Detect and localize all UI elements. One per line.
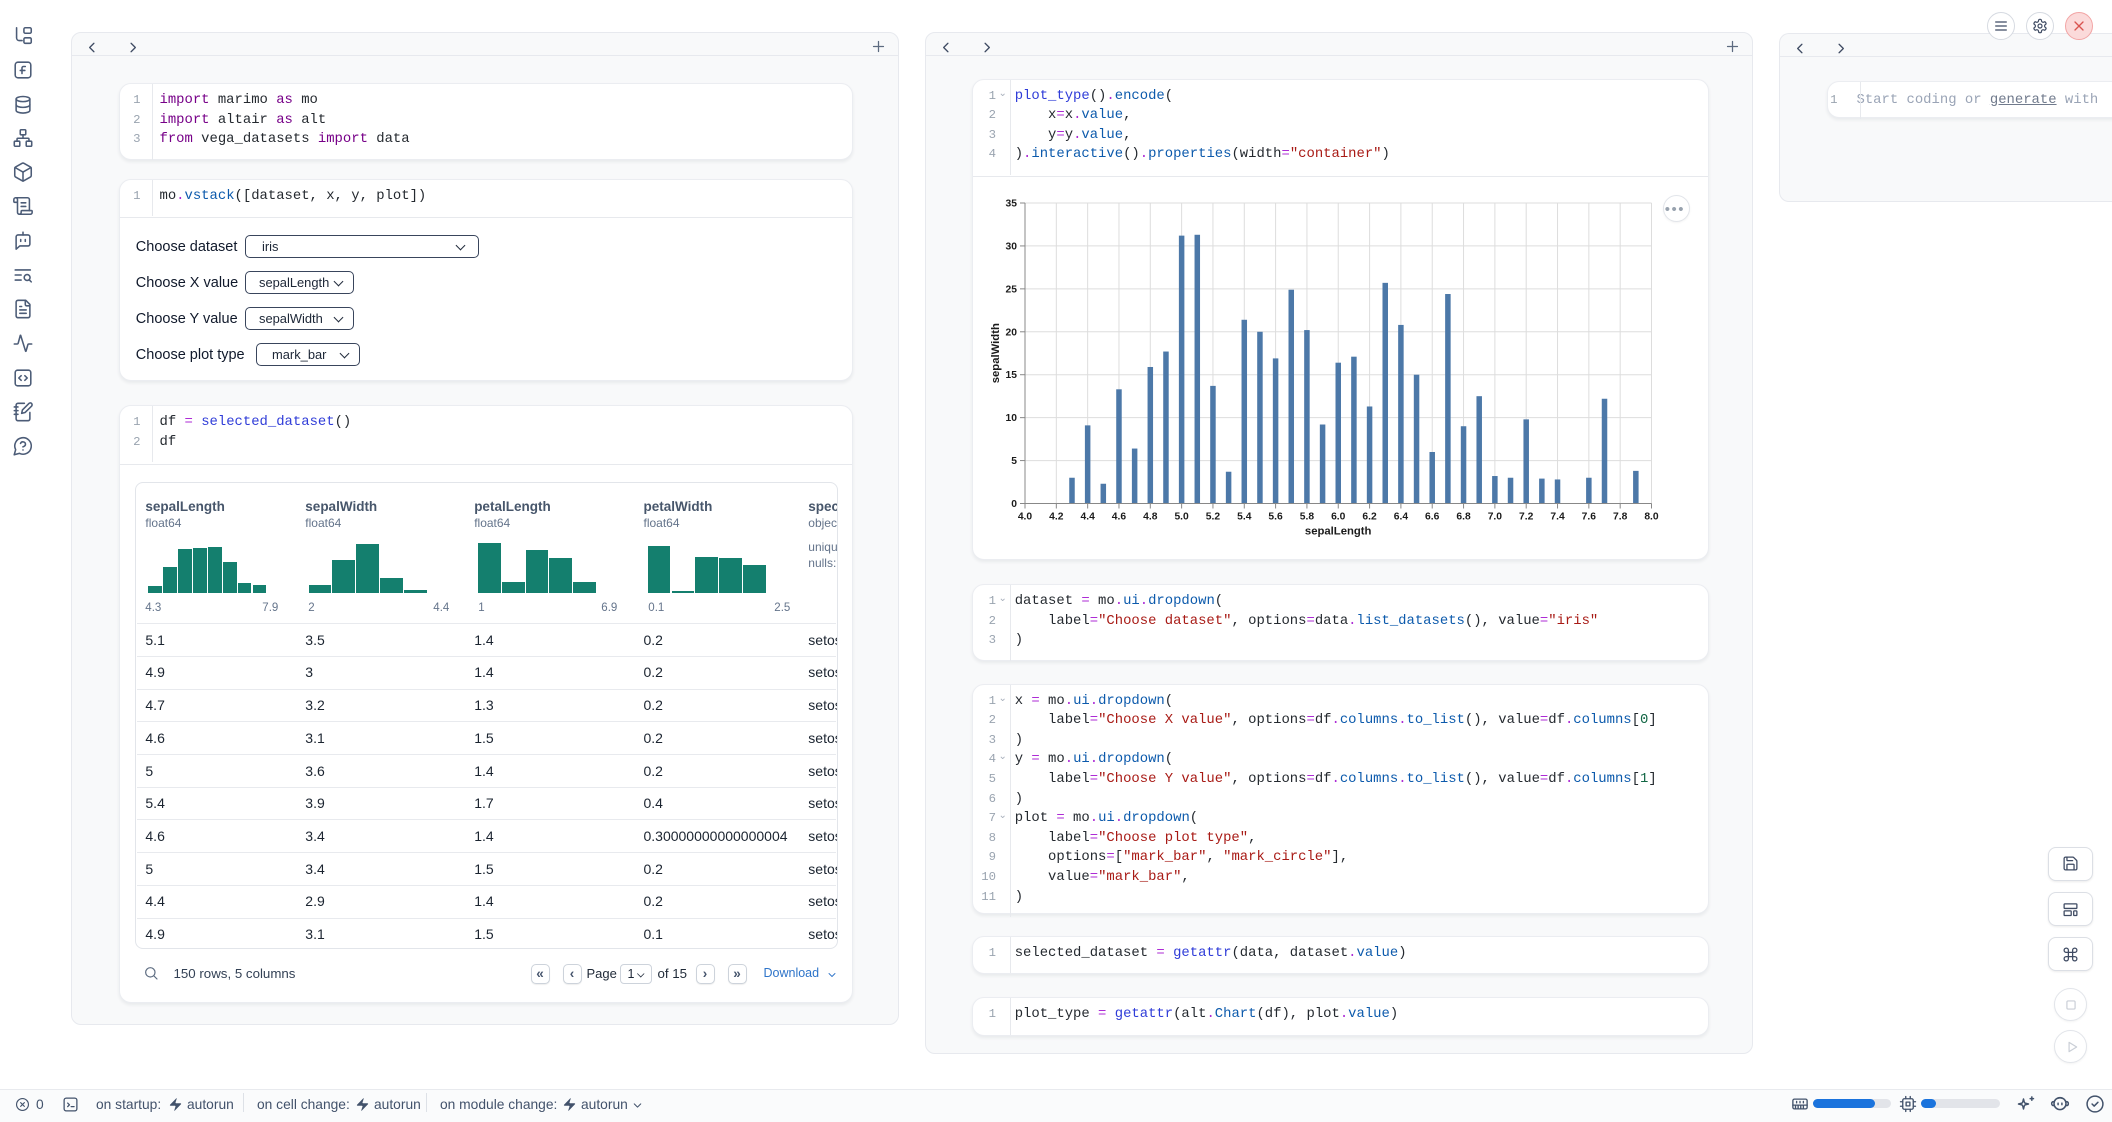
svg-text:6.8: 6.8 (1456, 511, 1471, 522)
svg-text:8.0: 8.0 (1644, 511, 1659, 522)
svg-text:4.4: 4.4 (1080, 511, 1095, 522)
svg-text:sepalLength: sepalLength (1304, 525, 1371, 537)
svg-text:35: 35 (1005, 198, 1017, 209)
svg-text:0: 0 (1011, 499, 1017, 510)
svg-text:6.4: 6.4 (1393, 511, 1408, 522)
svg-text:sepalWidth: sepalWidth (990, 323, 1002, 383)
svg-text:30: 30 (1005, 241, 1017, 252)
svg-text:5.2: 5.2 (1205, 511, 1220, 522)
svg-text:10: 10 (1005, 413, 1017, 424)
svg-text:25: 25 (1005, 284, 1017, 295)
svg-text:6.2: 6.2 (1362, 511, 1377, 522)
svg-text:5: 5 (1011, 456, 1017, 467)
svg-text:7.8: 7.8 (1613, 511, 1628, 522)
svg-text:5.8: 5.8 (1299, 511, 1314, 522)
svg-text:5.0: 5.0 (1174, 511, 1189, 522)
svg-text:4.8: 4.8 (1143, 511, 1158, 522)
svg-text:7.2: 7.2 (1519, 511, 1534, 522)
svg-text:7.0: 7.0 (1487, 511, 1502, 522)
svg-text:7.4: 7.4 (1550, 511, 1565, 522)
svg-text:5.6: 5.6 (1268, 511, 1283, 522)
svg-text:6.0: 6.0 (1331, 511, 1346, 522)
svg-text:6.6: 6.6 (1425, 511, 1440, 522)
svg-text:4.0: 4.0 (1017, 511, 1032, 522)
svg-text:4.2: 4.2 (1049, 511, 1064, 522)
svg-text:7.6: 7.6 (1581, 511, 1596, 522)
svg-text:5.4: 5.4 (1237, 511, 1252, 522)
svg-text:4.6: 4.6 (1111, 511, 1126, 522)
svg-text:20: 20 (1005, 327, 1017, 338)
svg-text:15: 15 (1005, 370, 1017, 381)
